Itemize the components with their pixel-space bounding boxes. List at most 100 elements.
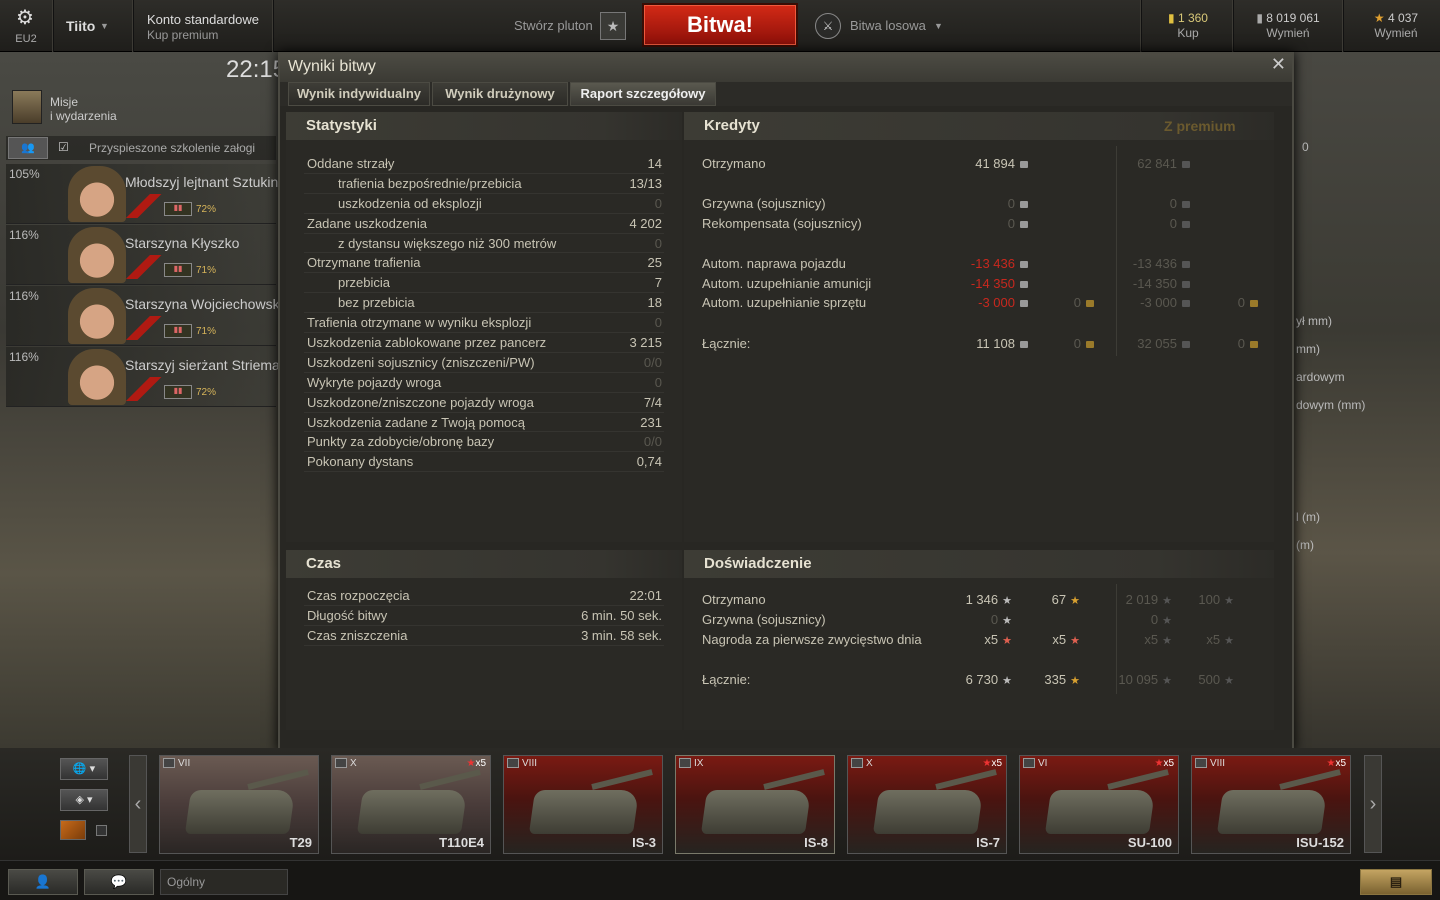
nation-filter-button[interactable]: 🌐 ▾ bbox=[60, 758, 108, 780]
credits-icon: ▮ bbox=[1256, 11, 1263, 25]
tank-tier: VIII bbox=[522, 758, 538, 769]
gear-icon[interactable]: ⚙ bbox=[10, 8, 40, 28]
tank-image bbox=[184, 790, 296, 834]
premium-free-xp-value: x5 ★ bbox=[1206, 632, 1234, 647]
stats-value: 7/4 bbox=[643, 394, 662, 410]
xp-panel: Doświadczenie Otrzymano 1 346 ★ 67 ★ 2 019 ★ 10… bbox=[684, 550, 1274, 730]
free-xp-value: 335 ★ bbox=[1044, 672, 1080, 687]
tank-image bbox=[528, 790, 640, 834]
chevron-down-icon[interactable]: ▼ bbox=[100, 21, 109, 31]
skill-icons: ▮▮ bbox=[164, 263, 192, 277]
stats-row: Uszkodzenia zablokowane przez pancerz 3 2… bbox=[304, 333, 664, 353]
time-rows: Czas rozpoczęcia 22:01 Długość bitwy 6 min.… bbox=[304, 586, 664, 646]
crew-icon[interactable]: 👥 bbox=[8, 137, 48, 159]
stats-label: Otrzymane trafienia bbox=[307, 255, 421, 271]
tab-individual[interactable]: Wynik indywidualny bbox=[288, 82, 430, 106]
param-label: (m) bbox=[1296, 538, 1314, 552]
tank-tier: X bbox=[350, 758, 357, 769]
create-platoon-button[interactable]: Stwórz pluton bbox=[514, 18, 593, 33]
time-row: Długość bitwy 6 min. 50 sek. bbox=[304, 606, 664, 626]
credits-display[interactable]: ▮ 8 019 061 Wymień bbox=[1244, 11, 1332, 40]
credit-label: Autom. uzupełnianie sprzętu bbox=[702, 295, 867, 310]
credits-icon bbox=[1020, 341, 1028, 349]
tank-card[interactable]: X ★x5 T110E4 bbox=[331, 755, 491, 854]
divider bbox=[1140, 0, 1141, 52]
premium-free-xp-value: 500 ★ bbox=[1198, 672, 1234, 687]
crew-name: Młodszyj lejtnant Sztukin bbox=[125, 174, 279, 190]
xp-row: Łącznie: 6 730 ★ 335 ★ 10 095 ★ 500 ★ bbox=[702, 670, 1262, 690]
close-icon[interactable]: ✕ bbox=[1271, 54, 1286, 75]
skill-icons: ▮▮ bbox=[164, 324, 192, 338]
battle-button[interactable]: Bitwa! bbox=[642, 3, 798, 47]
rank-stripe-icon bbox=[124, 316, 164, 340]
xp-value: 1 346 ★ bbox=[965, 592, 1012, 607]
crew-xp-pct: 116% bbox=[9, 228, 39, 242]
carousel-right-arrow[interactable]: › bbox=[1364, 755, 1382, 853]
notifications-icon[interactable]: ▤ bbox=[1360, 869, 1432, 895]
type-filter-button[interactable]: ◈ ▾ bbox=[60, 789, 108, 811]
stats-label: Oddane strzały bbox=[307, 156, 395, 171]
xp-label: Grzywna (sojusznicy) bbox=[702, 612, 826, 627]
tank-card[interactable]: VI ★x5 SU-100 bbox=[1019, 755, 1179, 854]
premium-xp-value: x5 ★ bbox=[1144, 632, 1172, 647]
stats-label: Uszkodzone/zniszczone pojazdy wroga bbox=[307, 394, 534, 410]
gold-display[interactable]: ▮ 1 360 Kup bbox=[1160, 11, 1216, 40]
chat-channel-input[interactable]: Ogólny bbox=[160, 869, 288, 895]
premium-gold-value: 0 bbox=[1238, 293, 1258, 313]
tank-card[interactable]: VII T29 bbox=[159, 755, 319, 854]
stats-label: Pokonany dystans bbox=[307, 454, 414, 470]
battle-mode-icon[interactable]: ⚔ bbox=[815, 13, 841, 39]
bottom-bar: 👤 💬 Ogólny ▤ bbox=[0, 860, 1440, 900]
stats-value: 18 bbox=[647, 295, 662, 311]
player-name[interactable]: Tiito bbox=[66, 18, 95, 34]
premium-credit-value: 62 841 bbox=[1137, 154, 1190, 174]
crew-member[interactable]: 116% Starszyna Kłyszko ▮▮ 71% bbox=[6, 225, 276, 285]
tank-card[interactable]: X ★x5 IS-7 bbox=[847, 755, 1007, 854]
user-icon[interactable]: 👤 bbox=[8, 869, 78, 895]
tank-card[interactable]: IX IS-8 bbox=[675, 755, 835, 854]
stats-rows: Oddane strzały 14 trafienia bezpośrednie/p… bbox=[304, 154, 664, 473]
accelerated-training-checkbox[interactable]: ☑ bbox=[58, 140, 69, 154]
crew-member[interactable]: 116% Starszyna Wojciechowski ▮▮ 71% bbox=[6, 286, 283, 346]
crew-member[interactable]: 116% Starszyj sierżant Striemajło ▮▮ 72% bbox=[6, 347, 294, 407]
tank-gun bbox=[935, 769, 997, 790]
credit-value: 41 894 bbox=[975, 154, 1028, 174]
missions-button[interactable]: Misje i wydarzenia bbox=[8, 88, 278, 128]
free-xp-star-icon: ★ bbox=[1224, 595, 1234, 607]
chevron-down-icon[interactable]: ▼ bbox=[934, 21, 943, 31]
stats-label: bez przebicia bbox=[338, 295, 415, 311]
tank-image bbox=[1044, 790, 1156, 834]
tank-card[interactable]: VIII ★x5 ISU-152 bbox=[1191, 755, 1351, 854]
crew-portrait bbox=[68, 288, 126, 344]
xp-value: 0 ★ bbox=[990, 612, 1012, 627]
xp-value: 6 730 ★ bbox=[965, 672, 1012, 687]
credits-icon bbox=[1182, 281, 1190, 289]
filter-checkbox[interactable] bbox=[96, 825, 107, 836]
credit-label: Otrzymano bbox=[702, 156, 766, 171]
chat-icon[interactable]: 💬 bbox=[84, 869, 154, 895]
free-xp-star-icon: ★ bbox=[1070, 635, 1080, 647]
credit-label: Łącznie: bbox=[702, 336, 751, 351]
battle-mode-select[interactable]: Bitwa losowa bbox=[850, 18, 926, 33]
premium-filter-icon[interactable] bbox=[60, 820, 86, 840]
tab-team[interactable]: Wynik drużynowy bbox=[432, 82, 568, 106]
free-xp-display[interactable]: ★ 4 037 Wymień bbox=[1354, 11, 1438, 40]
crew-name: Starszyna Wojciechowski bbox=[125, 296, 283, 312]
platoon-star-icon[interactable]: ★ bbox=[600, 12, 626, 40]
credits-icon bbox=[1020, 261, 1028, 269]
tab-detailed-report[interactable]: Raport szczegółowy bbox=[570, 82, 716, 106]
carousel-left-arrow[interactable]: ‹ bbox=[129, 755, 147, 853]
tank-gun bbox=[1279, 769, 1341, 790]
buy-premium-link[interactable]: Kup premium bbox=[147, 28, 218, 42]
tank-tier: VI bbox=[1038, 758, 1048, 769]
stats-row: Otrzymane trafienia 25 bbox=[304, 253, 664, 274]
battle-results-dialog: Wyniki bitwy ✕ Wynik indywidualny Wynik … bbox=[278, 52, 1294, 752]
crew-member[interactable]: 105% Młodszyj lejtnant Sztukin ▮▮ 72% bbox=[6, 164, 279, 224]
free-xp-star-icon: ★ bbox=[1224, 675, 1234, 687]
tank-card[interactable]: VIII IS-3 bbox=[503, 755, 663, 854]
tank-class-icon bbox=[1023, 758, 1035, 768]
free-xp-star-icon: ★ bbox=[1070, 675, 1080, 687]
credits-icon bbox=[1020, 300, 1028, 308]
premium-xp-value: 10 095 ★ bbox=[1118, 672, 1172, 687]
xp-row: Nagroda za pierwsze zwycięstwo dnia x5 ★ x5… bbox=[702, 630, 1262, 650]
